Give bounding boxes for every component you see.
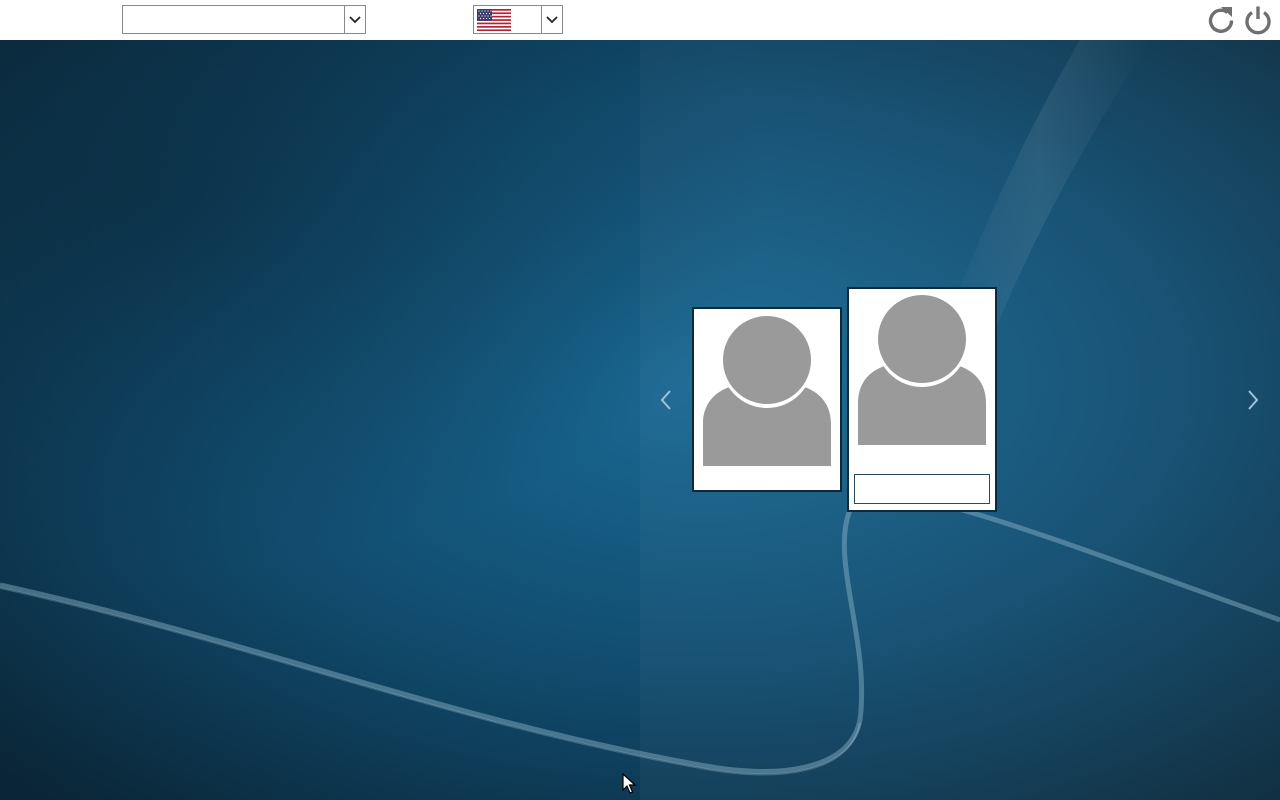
user-avatar-icon	[858, 295, 986, 445]
language-select[interactable]	[473, 5, 563, 34]
password-input[interactable]	[854, 474, 990, 504]
chevron-right-icon[interactable]	[1243, 385, 1263, 415]
login-screen	[0, 40, 1280, 800]
mouse-cursor-icon	[622, 773, 637, 794]
user-card[interactable]	[692, 307, 842, 492]
power-icon[interactable]	[1242, 4, 1274, 36]
user-card-selected[interactable]	[847, 287, 997, 512]
language-dropdown-button[interactable]	[541, 6, 562, 33]
top-bar	[0, 0, 1280, 40]
user-avatar-icon	[703, 316, 831, 466]
background-wallpaper	[0, 40, 1280, 800]
chevron-down-icon	[546, 15, 558, 23]
us-flag-icon	[477, 9, 511, 31]
session-dropdown-button[interactable]	[344, 6, 365, 33]
restart-icon[interactable]	[1205, 4, 1237, 36]
chevron-down-icon	[349, 15, 361, 23]
session-select[interactable]	[122, 5, 366, 34]
chevron-left-icon[interactable]	[656, 385, 676, 415]
